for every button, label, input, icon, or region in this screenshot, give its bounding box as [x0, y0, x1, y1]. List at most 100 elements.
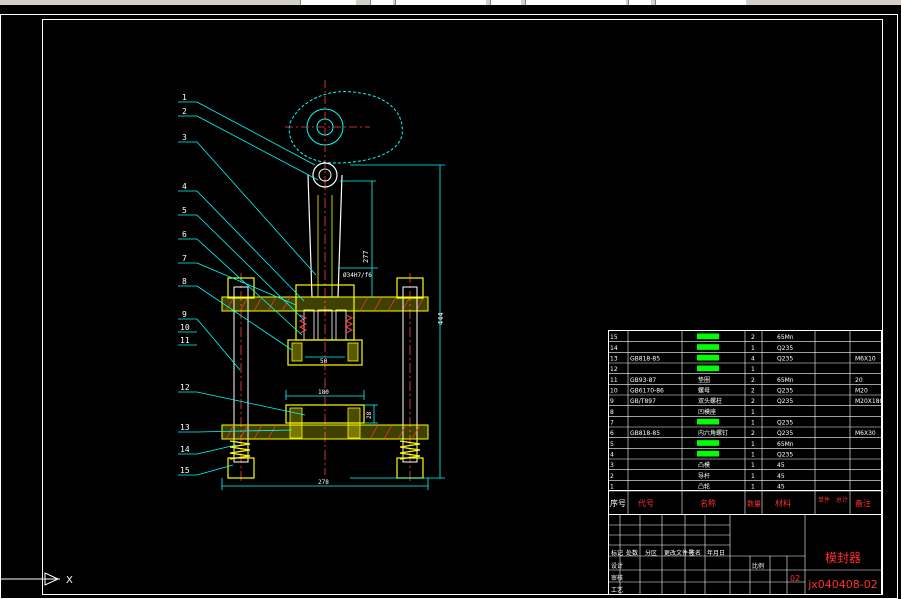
bom-cell-qty: 1 [751, 441, 755, 448]
bom-cell-no: 1 [610, 484, 614, 491]
bom-name-marker [697, 365, 719, 372]
dimensions [221, 164, 445, 490]
bom-cell-qty: 4 [751, 356, 755, 363]
bom-cell-code: GB6170-86 [630, 388, 664, 395]
drawing-canvas[interactable]: 444 277 Ø34H7/f6 50 180 28 278 1 2 3 4 5… [0, 5, 901, 599]
dim-overall-height: 444 [437, 312, 445, 325]
bom-cell-no: 9 [610, 398, 614, 405]
bom-header-note: 备注 [855, 498, 871, 508]
bom-cell-name: 凹模座 [698, 408, 716, 416]
bom-cell-no: 14 [610, 345, 618, 352]
bom-cell-name: 双头螺柱 [698, 397, 722, 405]
bom-cell-no: 3 [610, 462, 614, 469]
die-seat-wall [347, 342, 359, 362]
bom-cell-qty: 2 [751, 430, 755, 437]
rev-label: 签名 [689, 549, 701, 557]
bom-cell-qty: 1 [751, 452, 755, 459]
bom-cell-name: 凸轮 [698, 483, 710, 491]
dim-upper-height: 277 [362, 250, 370, 263]
rev-label: 处数 [626, 549, 638, 557]
sheet-outer-border [0, 14, 898, 599]
dim-inner-width: 50 [320, 358, 328, 365]
bom-header-unit: 单件 [818, 496, 830, 504]
bom-cell-note: M6X30 [855, 430, 876, 437]
bill-of-materials: 15 2 65Mn14 1 Q23513 GB818-85 4 Q235 M6X1012 111 G… [608, 330, 884, 515]
bom-cell-qty: 1 [751, 366, 755, 373]
bom-header-code: 代号 [638, 498, 654, 508]
sheet-number: 02 [790, 574, 800, 583]
bom-cell-name: 垫圈 [698, 376, 710, 384]
bom-cell-material: Q235 [777, 398, 793, 405]
leader-number: 10 [180, 323, 190, 332]
title-block: 标记 处数 分区 更改文件号 签名 年月日 设计 审核 工艺 比例 02 模封器… [608, 514, 882, 595]
role-label: 工艺 [611, 586, 623, 594]
ucs-icon: X [0, 572, 73, 586]
bom-cell-material: 65Mn [777, 441, 794, 448]
leader-number: 12 [180, 383, 190, 392]
bom-header-material: 材料 [775, 498, 791, 508]
bom-cell-note: 20 [855, 377, 863, 384]
role-label: 审核 [611, 574, 623, 582]
bom-cell-material: Q235 [777, 388, 793, 395]
dim-table-height: 28 [366, 411, 373, 419]
bom-cell-qty: 2 [751, 377, 755, 384]
bom-cell-material: Q235 [777, 430, 793, 437]
bom-cell-material: Q235 [777, 452, 793, 459]
bom-cell-material: 65Mn [777, 334, 794, 341]
bom-name-marker [697, 418, 719, 425]
bom-cell-qty: 2 [751, 388, 755, 395]
bom-cell-note: M20 [855, 388, 868, 395]
bom-cell-qty: 2 [751, 398, 755, 405]
bom-cell-no: 10 [610, 388, 618, 395]
bom-cell-no: 12 [610, 366, 618, 373]
bom-cell-qty: 1 [751, 345, 755, 352]
spring [344, 314, 354, 334]
drawing-number: jx040408-02 [807, 578, 878, 591]
role-label: 设计 [611, 562, 623, 570]
rev-label: 分区 [645, 549, 657, 557]
bom-cell-name: 螺母 [698, 387, 710, 395]
bom-cell-no: 6 [610, 430, 614, 437]
leader-number: 2 [182, 107, 187, 116]
bottom-spring [229, 440, 251, 460]
top-plate [221, 296, 429, 312]
bom-cell-no: 11 [610, 377, 618, 384]
leader-number: 4 [182, 182, 187, 191]
leader-number: 8 [182, 277, 187, 286]
leader-number: 11 [180, 336, 190, 345]
leader-number: 1 [182, 93, 187, 102]
bom-cell-material: Q235 [777, 345, 793, 352]
scale-label: 比例 [752, 562, 764, 570]
spring [298, 314, 308, 334]
bom-cell-qty: 1 [751, 473, 755, 480]
bom-cell-qty: 1 [751, 409, 755, 416]
bom-cell-qty: 2 [751, 334, 755, 341]
bom-name-marker [697, 344, 719, 350]
bom-header-no: 序号 [610, 498, 626, 508]
bom-cell-code: GB818-85 [630, 430, 660, 437]
punch-pin [303, 309, 315, 341]
bom-name-marker [697, 440, 719, 446]
bom-header-name: 名称 [700, 498, 716, 508]
dim-neck-fit: Ø34H7/f6 [343, 272, 372, 279]
leader-number: 9 [182, 310, 187, 319]
leader-number: 13 [180, 423, 190, 432]
bom-name-marker [697, 354, 719, 361]
die-seat-wall [291, 342, 303, 362]
leader-number: 5 [182, 206, 187, 215]
bom-cell-no: 8 [610, 409, 614, 416]
bom-cell-name: 凸模 [698, 461, 710, 469]
bom-cell-code: GB818-85 [630, 356, 660, 363]
bom-cell-no: 2 [610, 473, 614, 480]
bom-cell-name: 导杆 [698, 472, 710, 480]
punch-pin [335, 309, 347, 341]
bom-cell-qty: 1 [751, 462, 755, 469]
drawing-title: 模封器 [825, 551, 861, 565]
bom-cell-name: 内六角螺钉 [698, 429, 728, 437]
bom-cell-material: Q235 [777, 420, 793, 427]
bom-header-qty: 数量 [747, 499, 761, 508]
bom-cell-note: M20X180 [855, 398, 884, 405]
bom-cell-no: 4 [610, 452, 614, 459]
bom-cell-material: Q235 [777, 356, 793, 363]
bom-cell-material: 65Mn [777, 377, 794, 384]
